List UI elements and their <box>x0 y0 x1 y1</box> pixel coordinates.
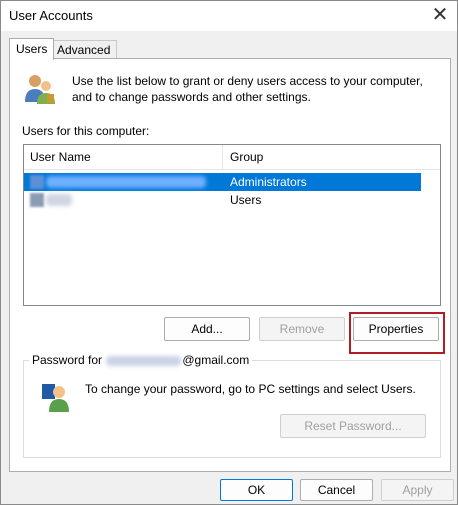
table-row[interactable]: Users <box>24 191 440 209</box>
email-blurred <box>106 355 182 366</box>
column-group[interactable]: Group <box>230 150 263 164</box>
column-separator <box>222 145 223 169</box>
password-instructions: To change your password, go to PC settin… <box>85 382 416 396</box>
close-icon[interactable]: ✕ <box>427 3 453 29</box>
window-title: User Accounts <box>9 8 93 23</box>
user-group: Administrators <box>230 175 307 189</box>
users-list[interactable]: User Name Group Administrators Users <box>23 144 441 306</box>
tab-advanced[interactable]: Advanced <box>50 40 118 59</box>
highlight-annotation <box>349 312 445 354</box>
user-group: Users <box>230 193 262 207</box>
password-group-label: Password for @gmail.com <box>29 353 253 367</box>
user-password-icon <box>42 384 69 412</box>
cancel-button[interactable]: Cancel <box>300 479 373 501</box>
tab-users[interactable]: Users <box>9 38 55 60</box>
user-name-blurred <box>46 176 206 188</box>
remove-button[interactable]: Remove <box>259 317 345 341</box>
title-bar: User Accounts ✕ <box>1 1 457 31</box>
column-user-name[interactable]: User Name <box>30 150 91 164</box>
ok-button[interactable]: OK <box>220 479 293 501</box>
user-icon <box>30 193 44 207</box>
users-for-computer-label: Users for this computer: <box>22 124 150 138</box>
user-name-blurred <box>46 194 72 206</box>
password-group <box>23 360 441 458</box>
reset-password-button[interactable]: Reset Password... <box>280 414 426 438</box>
user-icon <box>30 175 44 189</box>
table-row[interactable]: Administrators <box>24 173 440 191</box>
add-button[interactable]: Add... <box>164 317 250 341</box>
users-icon <box>25 75 55 104</box>
info-description: Use the list below to grant or deny user… <box>72 74 423 104</box>
apply-button[interactable]: Apply <box>381 479 454 501</box>
user-accounts-window: User Accounts ✕ Users Advanced Use the l… <box>0 0 458 505</box>
list-header: User Name Group <box>24 145 440 170</box>
